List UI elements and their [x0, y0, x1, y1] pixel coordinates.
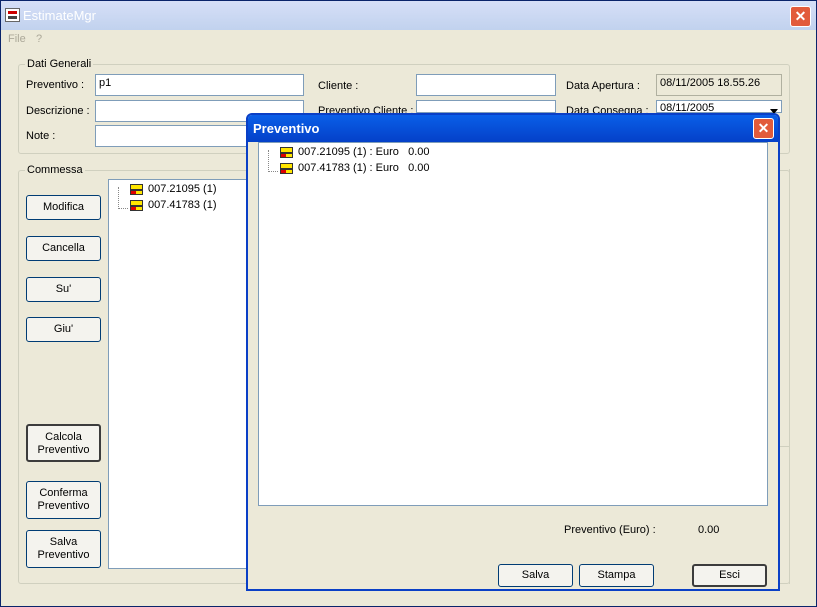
conferma-line1: Conferma — [39, 487, 88, 499]
dialog-stampa-button[interactable]: Stampa — [579, 564, 654, 587]
preventivo-cliente-input[interactable] — [416, 100, 556, 113]
menu-help[interactable]: ? — [36, 33, 42, 45]
total-label: Preventivo (Euro) : — [564, 524, 656, 536]
dati-generali-legend: Dati Generali — [25, 58, 94, 70]
calcola-line1: Calcola — [45, 431, 82, 443]
tree-lines — [118, 187, 128, 209]
item-icon — [280, 163, 293, 174]
preventivo-cliente-label: Preventivo Cliente : — [318, 105, 414, 113]
tree-lines — [268, 150, 278, 172]
tree-item-label: 007.41783 (1) : Euro 0.00 — [298, 162, 430, 174]
salva-line2: Preventivo — [37, 549, 90, 561]
conferma-line2: Preventivo — [37, 500, 90, 512]
data-consegna-picker[interactable]: 08/11/2005 — [656, 100, 782, 113]
item-icon — [280, 147, 293, 158]
menu-file[interactable]: File — [8, 33, 26, 45]
calcola-preventivo-button[interactable]: Calcola Preventivo — [26, 424, 101, 462]
cliente-label: Cliente : — [318, 80, 359, 92]
app-icon — [5, 8, 20, 22]
preventivo-dialog: Preventivo ✕ 007.21095 (1) : Euro 0.00 0… — [246, 113, 780, 591]
total-value: 0.00 — [698, 524, 720, 536]
descrizione-label: Descrizione : — [26, 105, 90, 117]
dialog-tree[interactable]: 007.21095 (1) : Euro 0.00 007.41783 (1) … — [258, 142, 768, 506]
preventivo-input[interactable]: p1 — [95, 74, 304, 96]
main-window: EstimateMgr ✕ File ? Dati Generali Preve… — [0, 0, 817, 607]
calcola-line2: Preventivo — [37, 444, 90, 456]
note-input[interactable] — [95, 125, 255, 147]
data-apertura-label: Data Apertura : — [566, 80, 640, 92]
cliente-input[interactable] — [416, 74, 556, 96]
data-apertura-field: 08/11/2005 18.55.26 — [656, 74, 782, 96]
commessa-tree[interactable]: 007.21095 (1) 007.41783 (1) — [108, 179, 248, 569]
salva-line1: Salva — [49, 536, 78, 548]
modifica-button[interactable]: Modifica — [26, 195, 101, 220]
item-icon — [130, 200, 143, 211]
menu-bar: File ? — [1, 30, 816, 48]
conferma-preventivo-button[interactable]: Conferma Preventivo — [26, 481, 101, 519]
commessa-legend: Commessa — [25, 164, 85, 176]
dialog-titlebar[interactable]: Preventivo ✕ — [248, 115, 778, 142]
tree-item-label: 007.21095 (1) — [148, 183, 217, 195]
cancella-button[interactable]: Cancella — [26, 236, 101, 261]
data-consegna-label: Data Consegna : — [566, 105, 649, 113]
salva-preventivo-button[interactable]: Salva Preventivo — [26, 530, 101, 568]
preventivo-label: Preventivo : — [26, 79, 85, 91]
dialog-close-button[interactable]: ✕ — [753, 118, 774, 139]
window-title: EstimateMgr — [23, 8, 96, 23]
dialog-salva-button[interactable]: Salva — [498, 564, 573, 587]
giu-button[interactable]: Giu' — [26, 317, 101, 342]
su-button[interactable]: Su' — [26, 277, 101, 302]
close-window-button[interactable]: ✕ — [790, 6, 811, 27]
dialog-title: Preventivo — [253, 121, 320, 136]
note-label: Note : — [26, 130, 56, 142]
item-icon — [130, 184, 143, 195]
tree-item-label: 007.41783 (1) — [148, 199, 217, 211]
main-titlebar[interactable]: EstimateMgr ✕ — [1, 1, 816, 30]
tree-item-label: 007.21095 (1) : Euro 0.00 — [298, 146, 430, 158]
dialog-esci-button[interactable]: Esci — [692, 564, 767, 587]
right-panel-edge — [780, 169, 790, 431]
right-panel-edge-2 — [780, 446, 790, 584]
